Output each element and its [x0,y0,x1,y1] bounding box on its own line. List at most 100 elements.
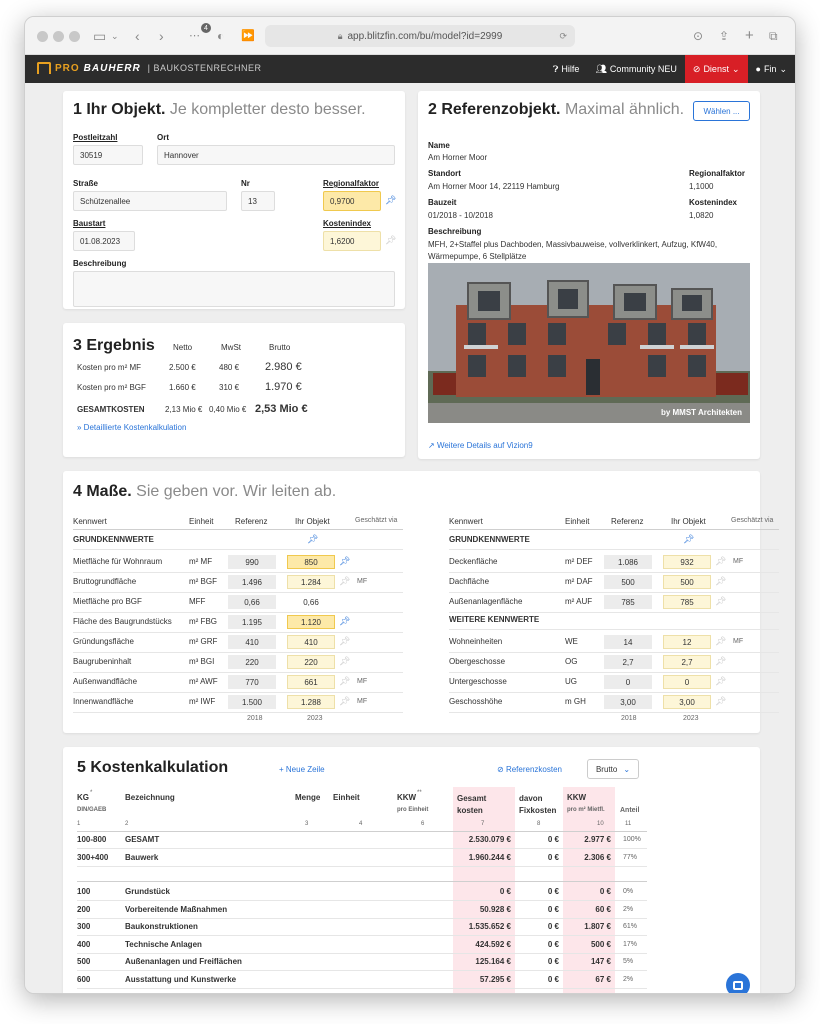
zoom-window-button[interactable] [69,31,80,42]
plz-input[interactable]: 30519 [73,145,143,165]
beschreibung-textarea[interactable] [73,271,395,307]
ihr-objekt-input[interactable]: 3,00 [663,695,711,709]
ihr-objekt-input[interactable]: 220 [287,655,335,669]
ihr-objekt-input[interactable]: 2,7 [663,655,711,669]
eye-off-icon: ⊘ [497,765,506,774]
pin-icon[interactable]: 📌︎ [339,636,350,647]
pin-icon[interactable]: 📌︎ [715,596,726,607]
pin-icon[interactable]: 📌︎ [339,696,350,707]
media-forward-icon[interactable]: ⏩ [241,26,255,46]
ihr-objekt-input[interactable]: 410 [287,635,335,649]
pin-icon[interactable]: 📌︎ [715,656,726,667]
ihr-objekt-input[interactable]: 12 [663,635,711,649]
chevron-down-icon[interactable]: ⌄ [111,26,119,46]
tabs-icon[interactable]: ⧉ [769,26,778,46]
nav-dienst[interactable]: ⊘ Dienst ⌄ [684,55,748,83]
regionalfaktor-input[interactable]: 0,9700 [323,191,381,211]
pin-icon[interactable]: 📌︎ [715,696,726,707]
baustart-input[interactable]: 01.08.2023 [73,231,135,251]
kosten-gesamt: 57.295 € [479,974,511,984]
brand-bauherr: BAUHERR [83,62,141,74]
geschaetzt-via: MF [357,678,368,685]
sidebar-icon[interactable]: ▭ [93,26,106,46]
kostenindex-input[interactable]: 1,6200 [323,231,381,251]
pin-icon[interactable]: 📌︎ [385,235,396,246]
geschaetzt-via: MF [357,698,368,705]
ihr-objekt-input[interactable]: 1.120 [287,615,335,629]
chat-button[interactable] [726,973,750,993]
row-divider [449,549,779,550]
minimize-window-button[interactable] [53,31,64,42]
referenz-value: 3,00 [604,695,652,709]
tab-overview-icon[interactable]: ⋯ [189,26,200,46]
kosten-title: 5 Kostenkalkulation [77,759,229,776]
reference-building-photo: by MMST Architekten [428,263,750,423]
referenz-value: 0,66 [228,595,276,609]
forward-icon[interactable]: › [159,26,164,46]
ihr-objekt-input[interactable]: 0 [663,675,711,689]
brutto-select[interactable]: Brutto ⌄ [587,759,639,779]
ihr-objekt-input[interactable]: 500 [663,575,711,589]
reload-icon[interactable]: ⟳ [559,31,567,42]
ihr-objekt-input[interactable]: 1.288 [287,695,335,709]
kosten-card: 5 Kostenkalkulation + Neue Zeile ⊘ Refer… [63,747,760,993]
year-label: 2023 [307,715,323,722]
vizion9-link[interactable]: ↗ Weitere Details auf Vizion9 [428,441,533,450]
column-number: 6 [421,821,425,827]
kosten-fix: 0 € [547,853,559,862]
nav-hilfe-label: Hilfe [561,64,580,74]
share-icon[interactable]: ⇪ [719,26,729,46]
new-tab-icon[interactable]: + [745,26,754,46]
ihr-objekt-input[interactable]: 661 [287,675,335,689]
neue-zeile-button[interactable]: + Neue Zeile [279,765,325,774]
strasse-input[interactable]: Schützenallee [73,191,227,211]
tab-count-badge: 4 [201,23,211,33]
pin-icon[interactable]: 📌︎ [715,576,726,587]
ref-kostenindex-value: 1,0820 [689,211,714,220]
pin-icon[interactable]: 📌︎ [715,556,726,567]
ihr-objekt-input[interactable]: 850 [287,555,335,569]
nr-input[interactable]: 13 [241,191,275,211]
privacy-shield-icon[interactable]: ◐ [217,26,224,46]
kosten-gesamt: 424.592 € [475,939,511,949]
waehlen-button[interactable]: Wählen ... [693,101,750,121]
ref-name-label: Name [428,141,450,150]
detail-kalkulation-link[interactable]: » Detaillierte Kostenkalkulation [77,423,186,432]
pin-icon[interactable]: 📌︎ [683,534,694,545]
brand-logo[interactable]: PRO BAUHERR | BAUKOSTENRECHNER [37,62,262,74]
ihr-objekt-input[interactable]: 932 [663,555,711,569]
ihr-objekt-input[interactable]: 785 [663,595,711,609]
ref-standort-value: Am Horner Moor 14, 22119 Hamburg [428,182,560,191]
kennwert-label: Mietfläche pro BGF [73,597,142,606]
column-number: 10 [597,821,604,827]
ort-input[interactable]: Hannover [157,145,395,165]
pin-icon[interactable]: 📌︎ [715,636,726,647]
nav-community[interactable]: 👥︎ Community NEU [587,55,684,83]
einheit-label: m² GRF [189,637,218,646]
pin-icon[interactable]: 📌︎ [715,676,726,687]
close-window-button[interactable] [37,31,48,42]
ihr-objekt-input[interactable]: 1.284 [287,575,335,589]
address-bar[interactable]: 🔒︎ app.blitzfin.com/bu/model?id=2999 ⟳ [265,25,575,47]
pin-icon[interactable]: 📌︎ [339,556,350,567]
pin-icon[interactable]: 📌︎ [339,656,350,667]
brand-pro: PRO [55,62,80,74]
back-icon[interactable]: ‹ [135,26,140,46]
referenzkosten-toggle[interactable]: ⊘ Referenzkosten [497,765,562,774]
kosten-kkw: 67 € [595,974,611,984]
kosten-gesamt: 50.928 € [479,904,511,914]
nav-hilfe[interactable]: ❓︎ Hilfe [545,55,587,83]
referenz-title: 2 Referenzobjekt. Maximal ähnlich. [428,101,684,119]
download-icon[interactable]: ⊙ [693,26,703,46]
pin-icon[interactable]: 📌︎ [385,195,396,206]
pin-icon[interactable]: 📌︎ [339,616,350,627]
kennwert-label: Innenwandfläche [73,697,134,706]
masse-header: Ihr Objekt [671,517,706,526]
beschreibung-label: Beschreibung [73,259,127,268]
pin-icon[interactable]: 📌︎ [339,676,350,687]
group-heading: WEITERE KENNWERTE [449,615,540,624]
pin-icon[interactable]: 📌︎ [307,534,318,545]
kg-code: 600 [77,974,91,984]
pin-icon[interactable]: 📌︎ [339,576,350,587]
nav-user[interactable]: ● Fin ⌄ [748,55,796,83]
